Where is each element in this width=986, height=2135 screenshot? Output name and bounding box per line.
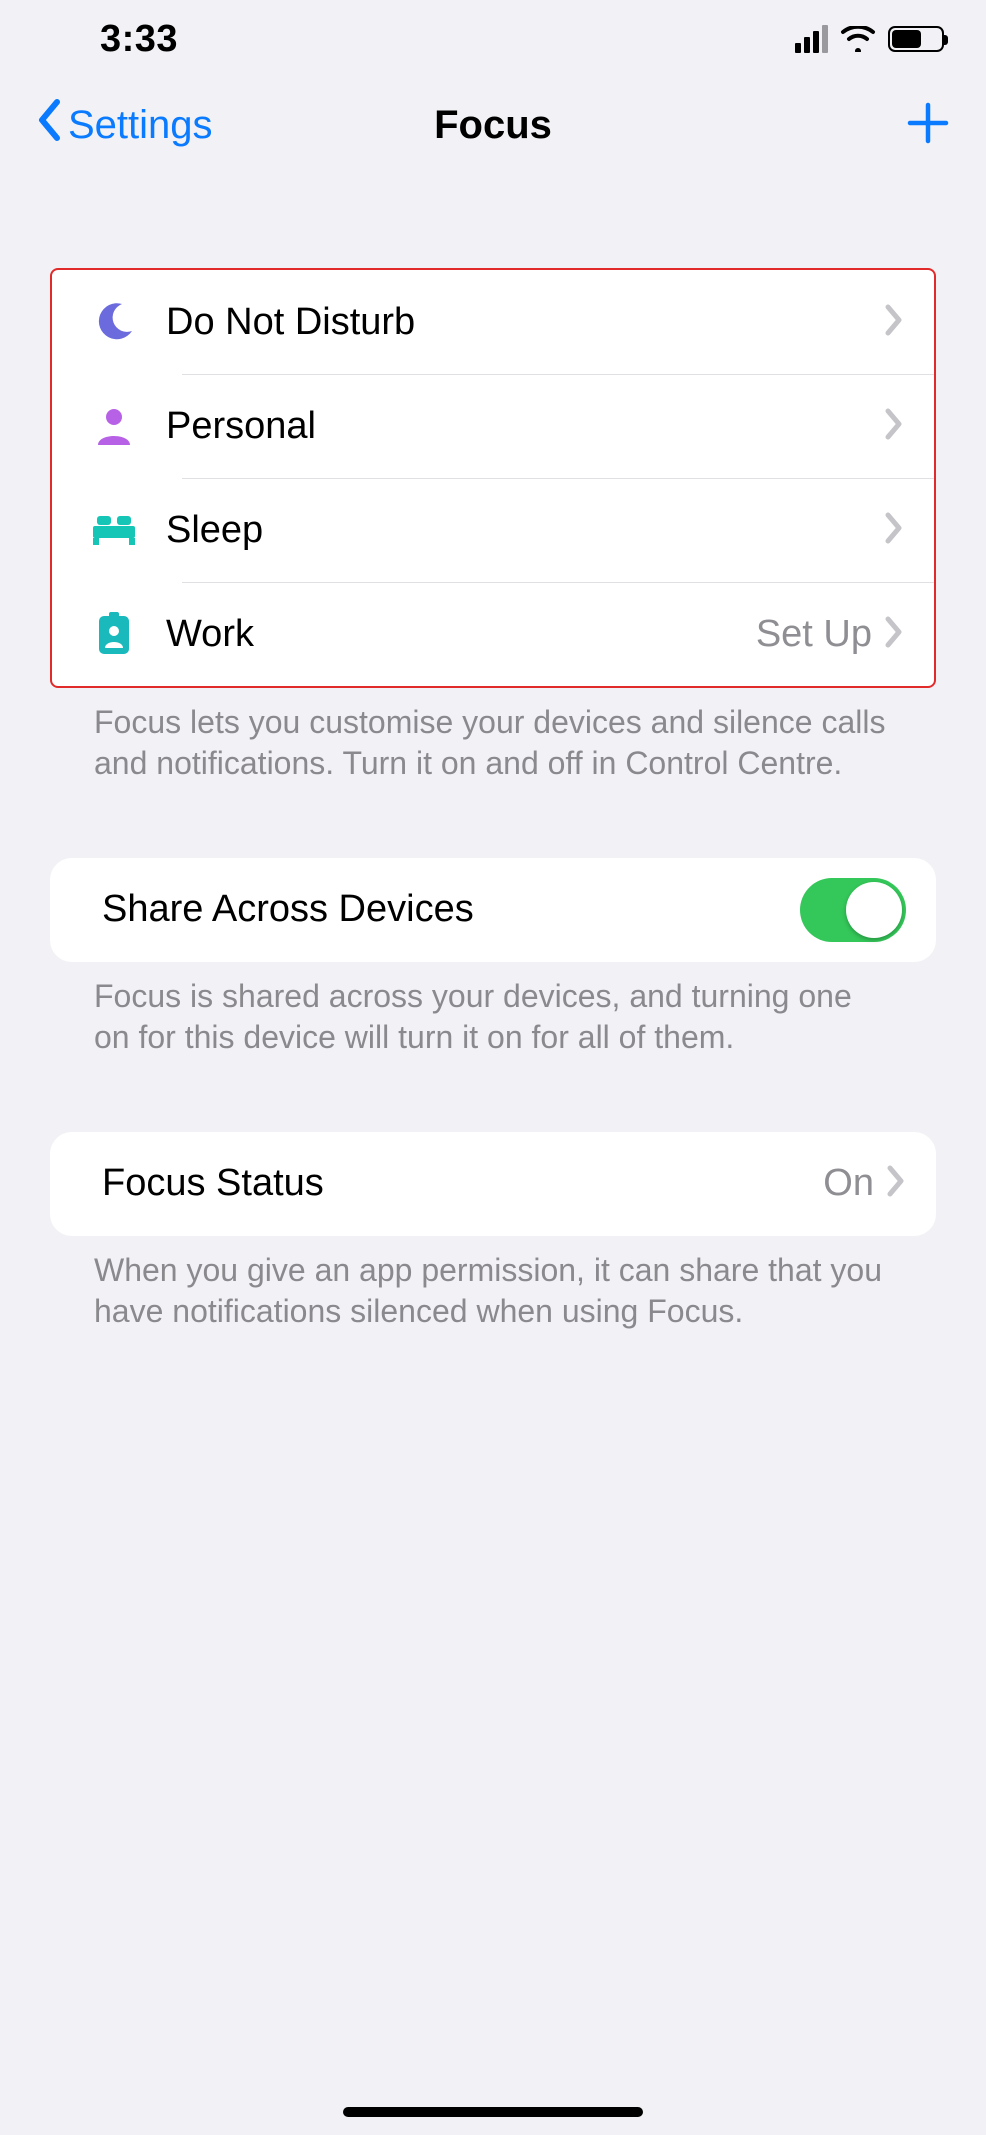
share-footer: Focus is shared across your devices, and… (50, 962, 936, 1058)
share-toggle[interactable] (800, 878, 906, 942)
row-label: Work (154, 613, 756, 656)
add-button[interactable] (906, 101, 950, 150)
person-icon (74, 405, 154, 447)
row-detail: On (823, 1162, 886, 1205)
status-group: Focus Status On (50, 1132, 936, 1236)
share-row[interactable]: Share Across Devices (50, 858, 936, 962)
bed-icon (74, 514, 154, 546)
chevron-right-icon (884, 303, 904, 342)
chevron-right-icon (884, 407, 904, 446)
back-label: Settings (68, 103, 213, 148)
status-icons (795, 25, 944, 53)
focus-modes-list: Do Not Disturb Personal (50, 268, 936, 688)
plus-icon (906, 132, 950, 149)
status-time: 3:33 (42, 18, 178, 61)
row-label: Personal (154, 405, 884, 448)
row-label: Sleep (154, 509, 884, 552)
back-button[interactable]: Settings (36, 98, 213, 152)
row-label: Do Not Disturb (154, 301, 884, 344)
chevron-right-icon (884, 615, 904, 654)
row-detail: Set Up (756, 613, 884, 656)
home-indicator[interactable] (343, 2107, 643, 2117)
focus-footer: Focus lets you customise your devices an… (50, 688, 936, 784)
battery-icon (888, 26, 944, 52)
share-group: Share Across Devices (50, 858, 936, 962)
row-label: Focus Status (90, 1162, 823, 1205)
wifi-icon (840, 26, 876, 52)
focus-row-do-not-disturb[interactable]: Do Not Disturb (52, 270, 934, 374)
cellular-icon (795, 25, 828, 53)
chevron-right-icon (886, 1164, 906, 1203)
badge-icon (74, 612, 154, 656)
moon-icon (74, 301, 154, 343)
focus-row-personal[interactable]: Personal (52, 374, 934, 478)
focus-row-work[interactable]: Work Set Up (52, 582, 934, 686)
focus-status-row[interactable]: Focus Status On (50, 1132, 936, 1236)
chevron-right-icon (884, 511, 904, 550)
focus-row-sleep[interactable]: Sleep (52, 478, 934, 582)
row-label: Share Across Devices (90, 888, 800, 931)
navbar: Settings Focus (0, 70, 986, 180)
status-footer: When you give an app permission, it can … (50, 1236, 936, 1332)
statusbar: 3:33 (0, 0, 986, 70)
chevron-left-icon (36, 98, 64, 152)
